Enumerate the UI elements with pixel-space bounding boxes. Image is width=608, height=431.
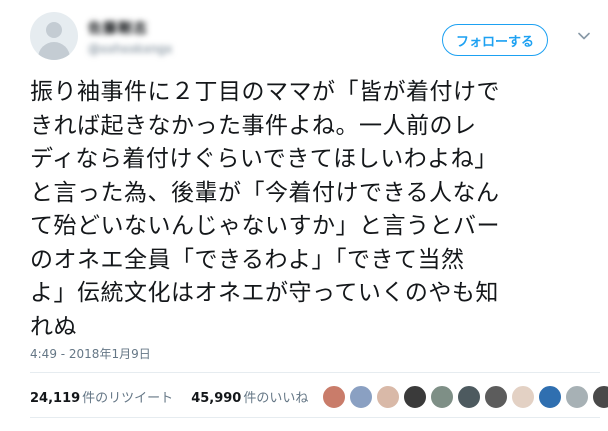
- avatar[interactable]: [30, 12, 78, 60]
- likes-stat[interactable]: 45,990 件のいいね: [191, 387, 308, 406]
- likes-count: 45,990: [191, 390, 242, 406]
- liker-avatar[interactable]: [349, 385, 373, 409]
- tweet-header: 佐藤剛志 @xxhxxkxngx フォローする: [30, 10, 608, 68]
- divider: [30, 417, 600, 418]
- tweet-text-line: ディなら着付けぐらいできてほしいわよね」: [30, 146, 498, 172]
- tweet-text-line: きれば起きなかった事件よね。一人前のレ: [30, 112, 477, 139]
- liker-avatar[interactable]: [457, 385, 481, 409]
- divider: [30, 372, 600, 373]
- liker-avatar[interactable]: [322, 385, 346, 409]
- liker-avatar[interactable]: [511, 385, 535, 409]
- tweet-timestamp[interactable]: 4:49 - 2018年1月9日: [30, 345, 151, 362]
- tweet-text-line: のオネエ全員「できるわよ」「できて当然: [30, 246, 465, 273]
- liker-avatar[interactable]: [430, 385, 454, 409]
- tweet-text-line: 振り袖事件に２丁目のママが「皆が着付けで: [30, 79, 500, 105]
- liker-avatar[interactable]: [538, 385, 562, 409]
- retweets-stat[interactable]: 24,119 件のリツイート: [30, 387, 173, 406]
- tweet-text-line: れぬ: [30, 313, 77, 340]
- author-display-name[interactable]: 佐藤剛志: [88, 18, 172, 38]
- tweet-text-line: と言った為、後輩が「今着付けできる人なん: [30, 179, 500, 206]
- liker-avatar[interactable]: [592, 385, 608, 409]
- liker-avatar[interactable]: [376, 385, 400, 409]
- follow-button[interactable]: フォローする: [442, 24, 548, 56]
- retweets-count: 24,119: [30, 390, 81, 406]
- liker-avatar[interactable]: [403, 385, 427, 409]
- tweet-text-line: て殆どいないんじゃないすか」と言うとバー: [30, 213, 500, 239]
- likers-avatars: [322, 385, 608, 409]
- liker-avatar[interactable]: [565, 385, 589, 409]
- author-handle[interactable]: @xxhxxkxngx: [88, 42, 172, 56]
- tweet-text-line: よ」伝統文化はオネエが守っていくのやも知: [30, 280, 499, 306]
- liker-avatar[interactable]: [484, 385, 508, 409]
- user-names[interactable]: 佐藤剛志 @xxhxxkxngx: [88, 18, 172, 56]
- tweet-stats: 24,119 件のリツイート 45,990 件のいいね: [30, 384, 326, 408]
- chevron-down-icon[interactable]: [578, 30, 590, 42]
- tweet-text: 振り袖事件に２丁目のママが「皆が着付けで きれば起きなかった事件よね。一人前のレ…: [30, 76, 598, 344]
- retweets-label: 件のリツイート: [82, 390, 174, 406]
- likes-label: 件のいいね: [243, 390, 309, 406]
